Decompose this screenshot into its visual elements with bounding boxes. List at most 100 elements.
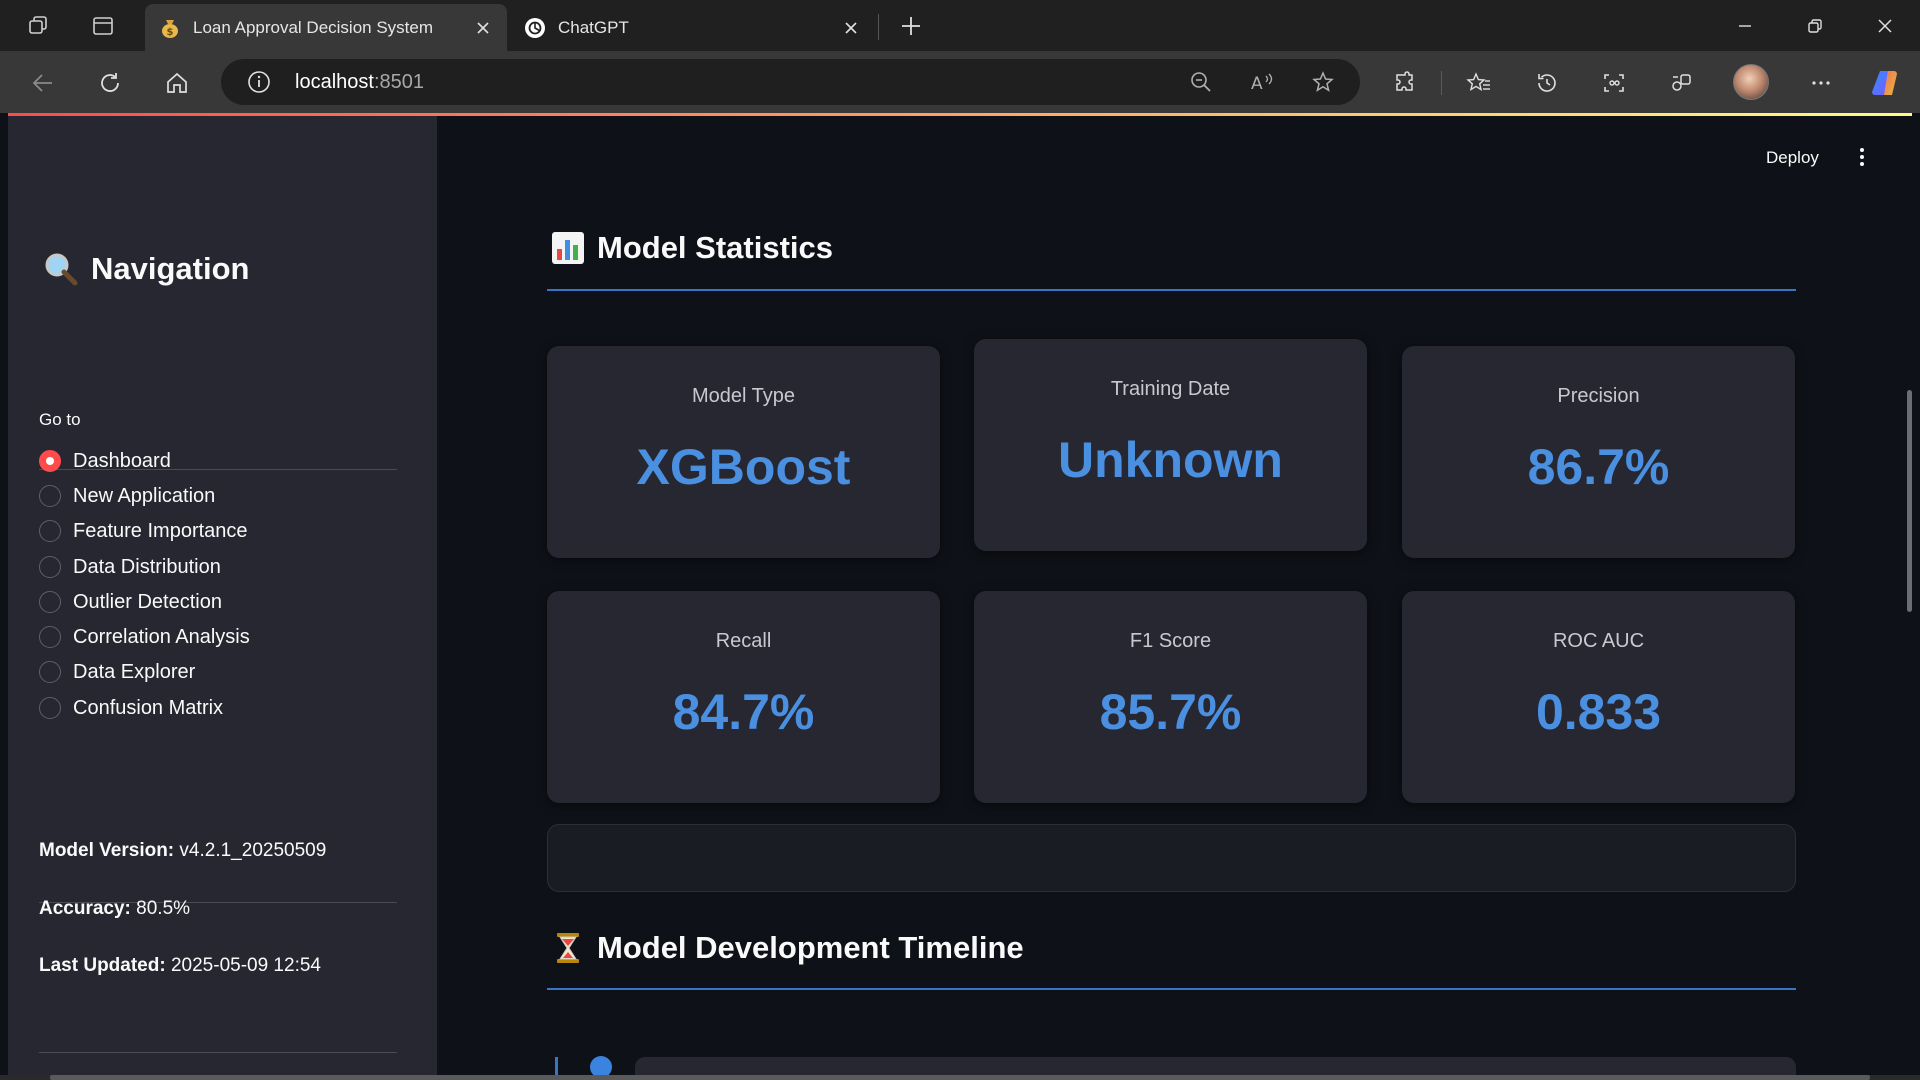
home-icon[interactable]: [157, 63, 197, 103]
last-updated-label: Last Updated:: [39, 955, 166, 976]
timeline-title: Model Development Timeline: [597, 930, 1024, 965]
model-version-label: Model Version:: [39, 840, 175, 861]
chatgpt-icon: [524, 17, 546, 39]
vertical-scrollbar[interactable]: [1907, 390, 1912, 612]
radio-button[interactable]: [39, 556, 61, 578]
nav-option-label: Data Distribution: [73, 555, 221, 578]
radio-button[interactable]: [39, 485, 61, 507]
svg-text:$: $: [167, 27, 174, 38]
favorite-star-icon[interactable]: [1306, 65, 1340, 99]
favorites-icon[interactable]: [1459, 63, 1499, 103]
metric-label: Precision: [1557, 385, 1640, 407]
restore-icon[interactable]: [1780, 0, 1850, 51]
nav-option-outlier-detection[interactable]: Outlier Detection: [39, 587, 222, 617]
timeline-card: [635, 1057, 1796, 1075]
back-icon[interactable]: [23, 63, 63, 103]
model-version-value: v4.2.1_20250509: [179, 840, 327, 861]
url-port: :8501: [373, 71, 424, 93]
nav-option-label: Outlier Detection: [73, 590, 222, 613]
magnifying-glass-icon: [45, 253, 78, 286]
timeline-heading: Model Development Timeline: [551, 930, 1024, 966]
model-statistics-title: Model Statistics: [597, 230, 833, 265]
profile-avatar[interactable]: [1733, 64, 1769, 100]
browser-toolbar: localhost:8501 A: [0, 51, 1920, 113]
radio-button[interactable]: [39, 661, 61, 683]
read-aloud-icon[interactable]: A: [1245, 65, 1279, 99]
last-updated-value: 2025-05-09 12:54: [170, 955, 321, 976]
kebab-menu-icon[interactable]: [1850, 145, 1874, 169]
workspaces-icon[interactable]: [21, 8, 57, 44]
tab-separator: [878, 14, 879, 40]
url-text: localhost:8501: [295, 71, 424, 94]
bar-chart-icon: [552, 232, 584, 264]
metric-value: 0.833: [1535, 684, 1662, 740]
close-tab-icon[interactable]: [837, 14, 865, 42]
radio-button[interactable]: [39, 591, 61, 613]
accuracy-value: 80.5%: [136, 898, 191, 919]
copilot-icon[interactable]: [1866, 63, 1906, 103]
nav-option-new-application[interactable]: New Application: [39, 481, 215, 511]
url-host: localhost: [295, 71, 374, 93]
model-version-info: Model Version: v4.2.1_20250509: [39, 840, 326, 862]
nav-option-label: Data Explorer: [73, 660, 196, 683]
horizontal-scrollbar[interactable]: [50, 1075, 1870, 1080]
accuracy-info: Accuracy: 80.5%: [39, 898, 190, 920]
timeline-dot: [590, 1056, 612, 1075]
tab-title: Loan Approval Decision System: [193, 17, 434, 37]
nav-option-label: Confusion Matrix: [73, 696, 224, 719]
reload-icon[interactable]: [90, 63, 130, 103]
nav-option-label: New Application: [73, 484, 216, 507]
hourglass-icon: [557, 933, 579, 963]
history-icon[interactable]: [1527, 63, 1567, 103]
nav-option-label: Feature Importance: [73, 519, 248, 542]
screenshot-icon[interactable]: [1594, 63, 1634, 103]
close-window-icon[interactable]: [1850, 0, 1920, 51]
radio-group-label: Go to: [39, 410, 81, 429]
timeline-line: [555, 1057, 558, 1075]
site-info-icon[interactable]: [242, 65, 276, 99]
section-divider: [547, 988, 1796, 990]
nav-option-label: Correlation Analysis: [73, 625, 250, 648]
metric-label: Training Date: [1110, 378, 1231, 400]
extensions-icon[interactable]: [1385, 63, 1425, 103]
metric-value: 86.7%: [1527, 439, 1670, 495]
nav-option-feature-importance[interactable]: Feature Importance: [39, 516, 248, 546]
minimize-icon[interactable]: [1710, 0, 1780, 51]
radio-button[interactable]: [39, 697, 61, 719]
deploy-button[interactable]: Deploy: [1766, 148, 1819, 168]
metric-card-model-type: Model Type XGBoost: [547, 346, 940, 558]
new-tab-icon[interactable]: [893, 8, 929, 44]
nav-option-data-explorer[interactable]: Data Explorer: [39, 657, 195, 687]
close-tab-icon[interactable]: [469, 14, 497, 42]
app-viewport: Navigation Go to Dashboard New Applicati…: [8, 113, 1912, 1075]
metric-card-roc-auc: ROC AUC 0.833: [1402, 591, 1795, 803]
browser-tab-bar: $ Loan Approval Decision System ChatGPT: [0, 0, 1920, 51]
radio-button[interactable]: [39, 626, 61, 648]
nav-option-data-distribution[interactable]: Data Distribution: [39, 552, 221, 582]
metric-value: 85.7%: [1099, 684, 1242, 740]
more-options-icon[interactable]: [1801, 63, 1841, 103]
nav-option-confusion-matrix[interactable]: Confusion Matrix: [39, 693, 223, 723]
address-bar[interactable]: localhost:8501 A: [221, 59, 1360, 105]
tab-loan-approval[interactable]: $ Loan Approval Decision System: [145, 4, 507, 51]
metric-card-f1-score: F1 Score 85.7%: [974, 591, 1367, 803]
sidebar: Navigation Go to Dashboard New Applicati…: [8, 116, 437, 1075]
metric-label: F1 Score: [1129, 630, 1212, 652]
nav-option-dashboard[interactable]: Dashboard: [39, 446, 171, 476]
tab-actions-icon[interactable]: [85, 8, 121, 44]
browser-essentials-icon[interactable]: [1661, 63, 1701, 103]
toolbar-divider: [1441, 71, 1442, 95]
model-statistics-heading: Model Statistics: [551, 230, 833, 266]
metric-label: Model Type: [691, 385, 796, 407]
radio-button-selected[interactable]: [39, 450, 61, 472]
metric-value: XGBoost: [636, 439, 851, 495]
radio-button[interactable]: [39, 520, 61, 542]
metric-label: Recall: [715, 630, 772, 652]
zoom-out-icon[interactable]: [1184, 65, 1218, 99]
money-bag-icon: $: [159, 17, 181, 39]
tab-chatgpt[interactable]: ChatGPT: [510, 4, 875, 51]
nav-option-correlation-analysis[interactable]: Correlation Analysis: [39, 622, 250, 652]
sidebar-title-text: Navigation: [91, 251, 250, 286]
section-divider: [547, 289, 1796, 291]
empty-info-panel: [547, 824, 1796, 892]
